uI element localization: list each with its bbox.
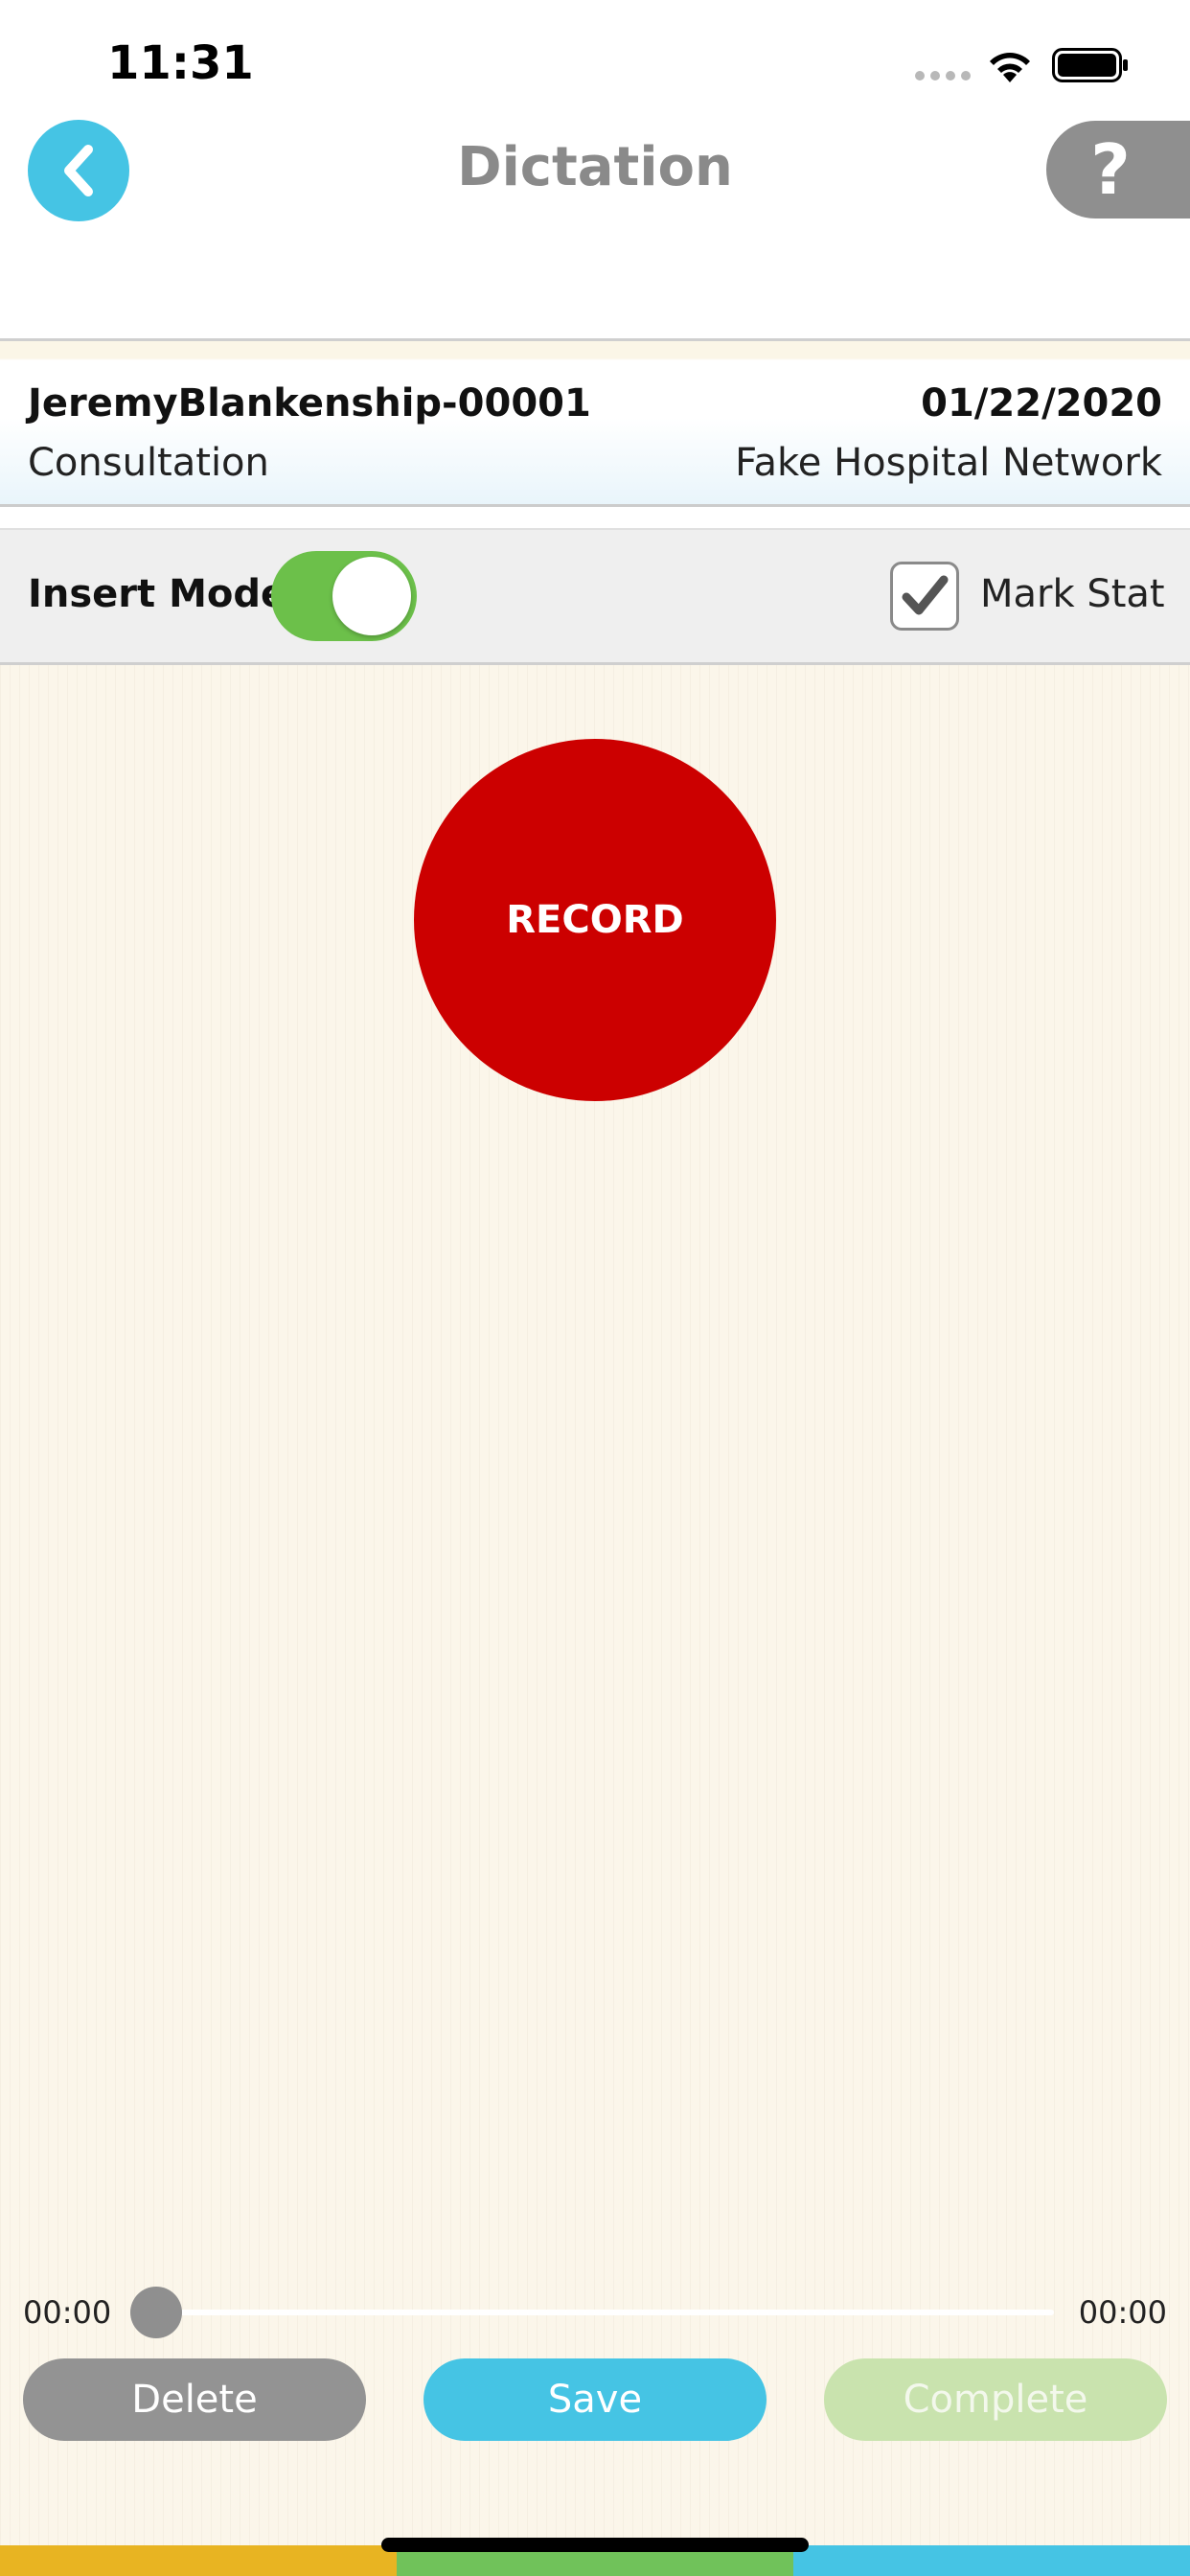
patient-id: JeremyBlankenship-00001	[28, 381, 591, 426]
delete-button[interactable]: Delete	[23, 2358, 366, 2441]
wifi-icon	[985, 46, 1035, 84]
battery-icon	[1052, 48, 1129, 82]
playback-scrubber[interactable]	[155, 2310, 1054, 2315]
save-button[interactable]: Save	[423, 2358, 767, 2441]
toggle-knob	[332, 557, 411, 635]
page-title: Dictation	[457, 136, 733, 198]
status-time: 11:31	[107, 36, 254, 90]
color-bar-yellow	[0, 2545, 397, 2576]
insert-mode-toggle[interactable]	[271, 551, 417, 641]
total-time: 00:00	[1078, 2294, 1167, 2331]
dictation-date: 01/22/2020	[921, 381, 1162, 426]
insert-mode-label: Insert Mode	[28, 572, 287, 616]
record-button[interactable]: RECORD	[414, 739, 776, 1101]
status-bar: 11:31	[0, 0, 1190, 121]
dictation-type: Consultation	[28, 441, 269, 485]
current-time: 00:00	[23, 2294, 112, 2331]
patient-info-strip: JeremyBlankenship-00001 01/22/2020 Consu…	[0, 341, 1190, 507]
complete-button[interactable]: Complete	[824, 2358, 1167, 2441]
mark-stat-checkbox[interactable]	[890, 562, 959, 631]
home-indicator[interactable]	[381, 2538, 809, 2552]
options-bar: Insert Mode Mark Stat	[0, 528, 1190, 665]
checkmark-icon	[902, 575, 949, 615]
color-bar-blue	[793, 2545, 1190, 2576]
mark-stat-label: Mark Stat	[980, 572, 1165, 616]
help-button[interactable]: ?	[1046, 121, 1190, 218]
cellular-signal-icon	[915, 71, 971, 80]
scrubber-handle[interactable]	[130, 2287, 182, 2338]
facility-name: Fake Hospital Network	[735, 441, 1162, 485]
